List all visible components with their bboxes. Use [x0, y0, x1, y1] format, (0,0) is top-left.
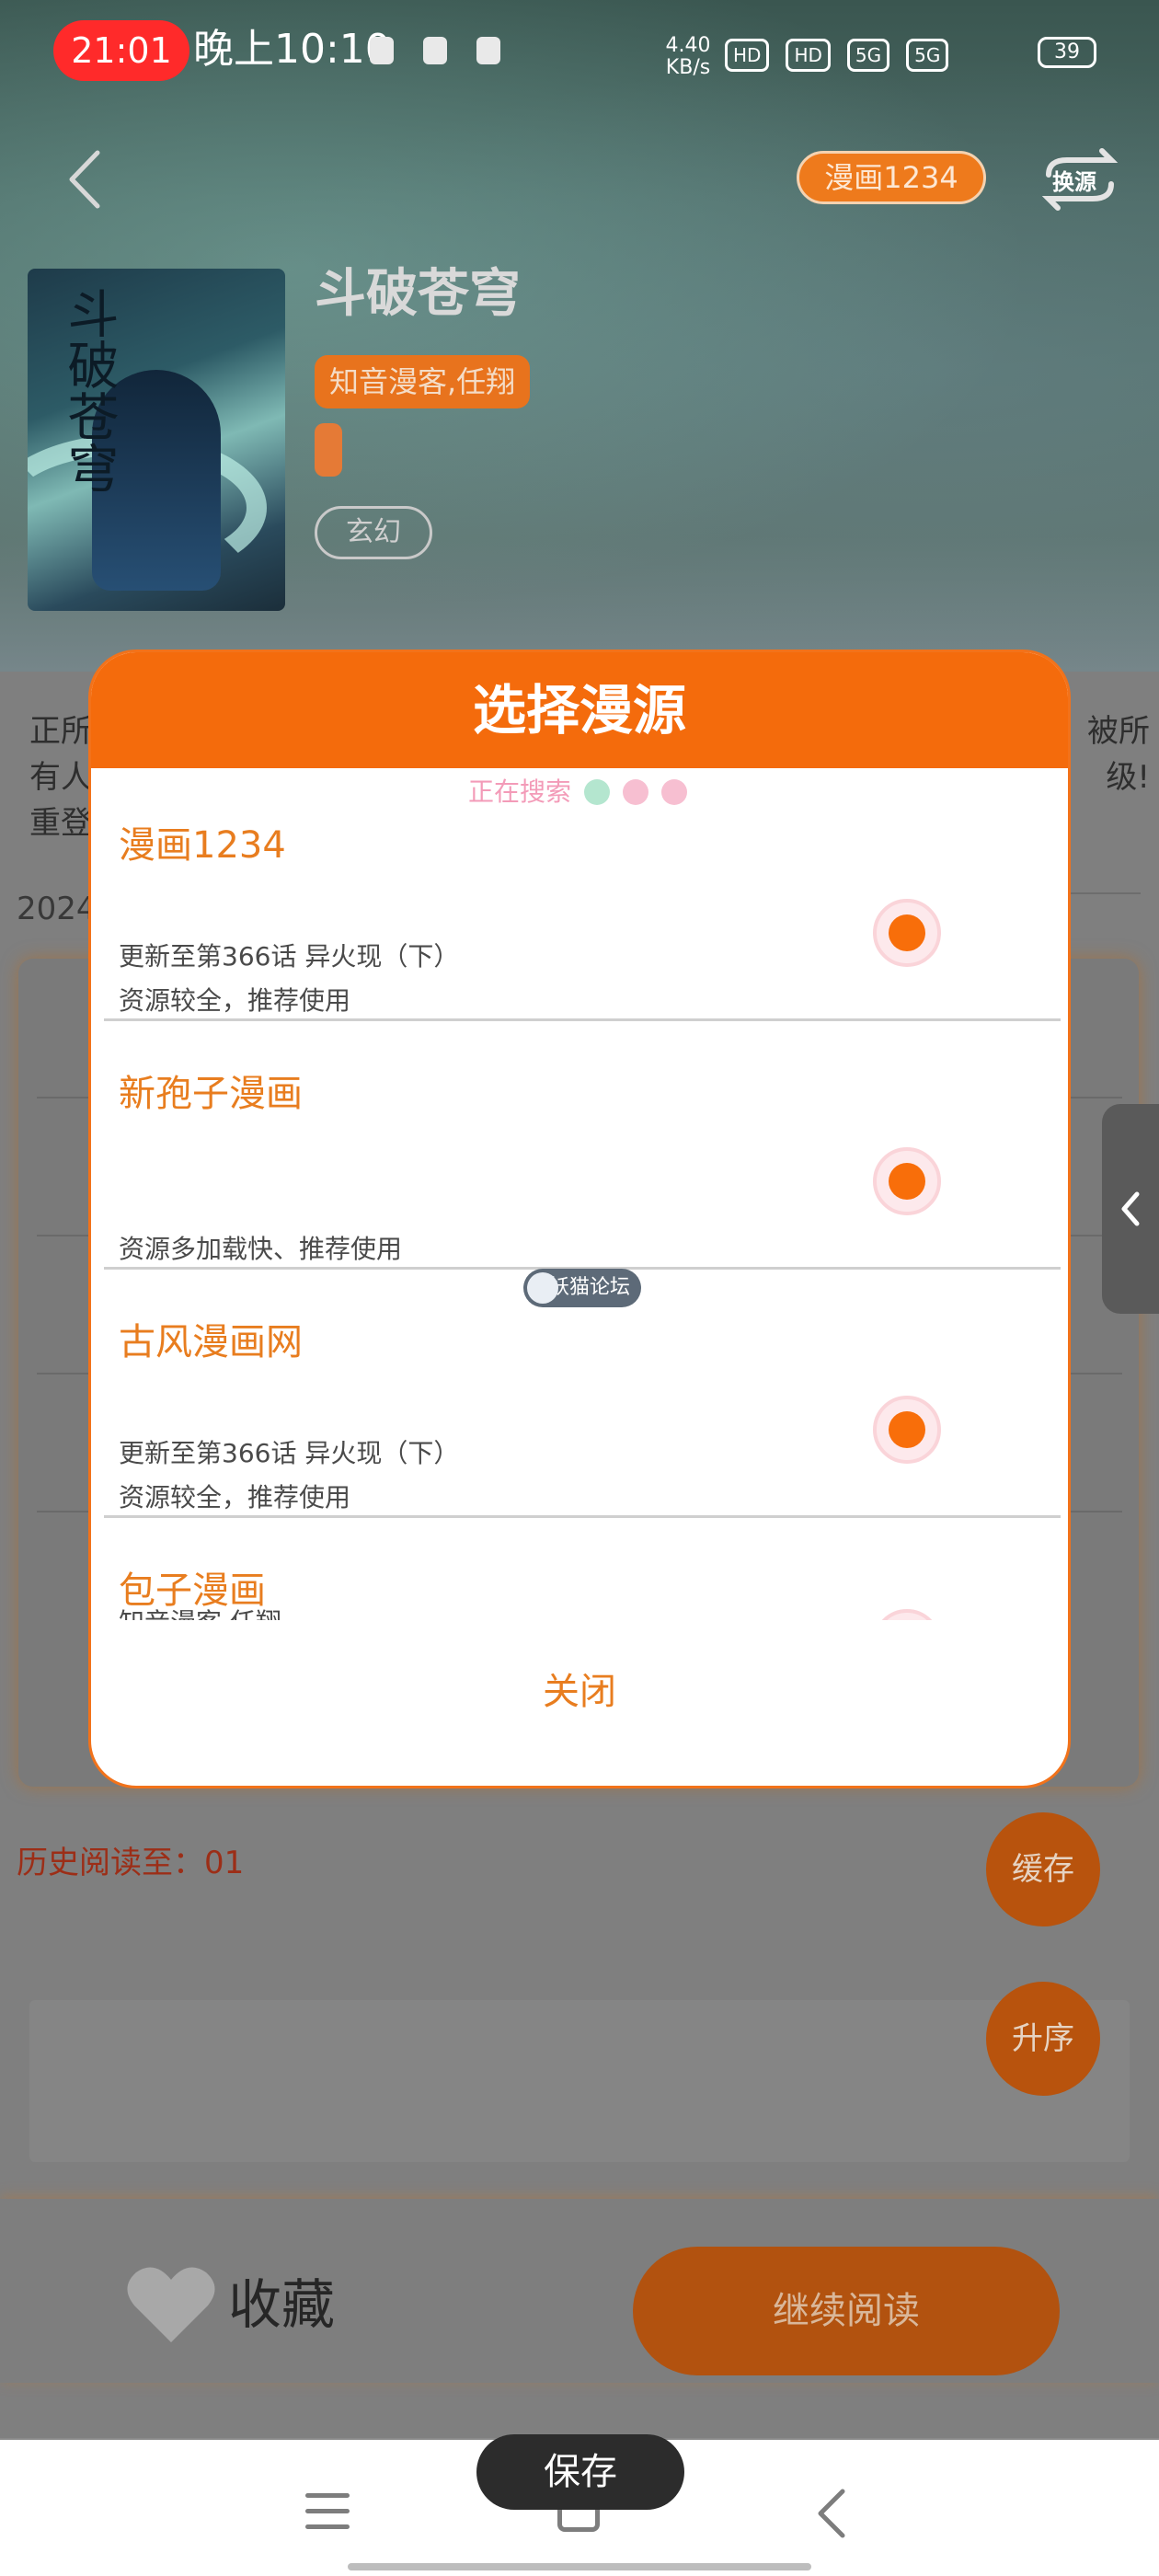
loading-dot	[584, 779, 611, 805]
source-note: 资源较全，推荐使用	[119, 1482, 351, 1512]
notification-app-icon	[423, 37, 447, 64]
comic-cover-image[interactable]: 斗破苍穹	[28, 269, 285, 611]
chevron-left-icon	[1121, 1191, 1140, 1226]
source-name: 新孢子漫画	[119, 1073, 303, 1115]
comic-title: 斗破苍穹	[315, 264, 521, 324]
source-name: 漫画1234	[119, 824, 286, 867]
notification-app-icon	[370, 37, 394, 64]
menu-icon[interactable]	[305, 2493, 350, 2532]
genre-tag[interactable]: 玄幻	[315, 506, 432, 559]
source-item[interactable]: 包子漫画 知音漫客,任翔	[104, 1517, 1061, 1620]
signal-5g-icon: 5G	[906, 39, 949, 72]
side-drawer-handle[interactable]	[1102, 1104, 1159, 1314]
description-right-text: 被所 级!	[1087, 708, 1150, 800]
network-speed-unit: KB/s	[665, 56, 711, 79]
source-latest-chapter: 更新至第366话 异火现（下）	[119, 941, 460, 972]
favorite-label[interactable]: 收藏	[228, 2272, 335, 2337]
source-selection-dialog: 选择漫源 正在搜索 漫画1234 更新至第366话 异火现（下） 资源较全，推荐…	[88, 650, 1071, 1788]
source-latest-chapter: 更新至第366话 异火现（下）	[119, 1438, 460, 1468]
notification-app-icon	[476, 37, 500, 64]
source-authors: 知音漫客,任翔	[119, 1602, 281, 1620]
searching-text: 正在搜索	[468, 776, 572, 807]
back-arrow-icon	[69, 150, 100, 209]
source-radio[interactable]	[873, 899, 941, 967]
source-note: 资源较全，推荐使用	[119, 985, 351, 1016]
current-source-chip[interactable]: 漫画1234	[797, 151, 986, 204]
status-bar: 21:01 晚上10:10 4.40 KB/s HD HD 5G 5G 39	[0, 0, 1159, 110]
source-radio[interactable]	[873, 1609, 941, 1620]
status-time: 晚上10:10	[193, 26, 391, 73]
continue-reading-button[interactable]: 继续阅读	[633, 2247, 1060, 2375]
network-indicators: HD HD 5G 5G	[725, 39, 949, 72]
description-line: 级!	[1106, 759, 1150, 796]
status-tag	[315, 423, 342, 477]
signal-5g-icon: 5G	[846, 39, 890, 72]
back-icon[interactable]	[813, 2486, 850, 2541]
author-tag: 知音漫客,任翔	[315, 355, 531, 408]
cache-button[interactable]: 缓存	[986, 1812, 1100, 1926]
network-speed-value: 4.40	[665, 34, 711, 57]
watermark-logo: 妖猫论坛	[523, 1269, 641, 1307]
update-date: 2024	[17, 891, 97, 927]
home-indicator[interactable]	[348, 2563, 811, 2570]
source-list[interactable]: 漫画1234 更新至第366话 异火现（下） 资源较全，推荐使用 新孢子漫画 资…	[91, 772, 1068, 1620]
close-label: 关闭	[543, 1671, 616, 1713]
hd-voice-icon: HD	[725, 39, 770, 72]
cover-calligraphy: 斗破苍穹	[59, 287, 119, 493]
source-item[interactable]: 新孢子漫画 资源多加载快、推荐使用	[104, 1020, 1061, 1267]
battery-icon: 39	[1038, 37, 1096, 68]
save-toast[interactable]: 保存	[476, 2434, 684, 2510]
reading-history[interactable]: 历史阅读至：01	[17, 1842, 244, 1884]
recording-time: 21:01	[71, 30, 172, 71]
source-note: 资源多加载快、推荐使用	[119, 1234, 403, 1264]
screen-recording-indicator[interactable]: 21:01	[53, 20, 189, 81]
network-speed: 4.40 KB/s	[660, 35, 716, 79]
app-screen: 21:01 晚上10:10 4.40 KB/s HD HD 5G 5G 39 漫…	[0, 0, 1159, 2576]
loading-dot	[661, 779, 688, 805]
hd-voice-icon: HD	[786, 39, 831, 72]
dialog-title: 选择漫源	[91, 652, 1068, 768]
searching-indicator: 正在搜索	[468, 772, 688, 812]
source-radio[interactable]	[873, 1147, 941, 1215]
loading-dot	[623, 779, 649, 805]
heart-icon[interactable]	[125, 2263, 217, 2346]
source-radio[interactable]	[873, 1396, 941, 1464]
sort-order-button[interactable]: 升序	[986, 1982, 1100, 2096]
switch-source-button[interactable]: 换源	[1034, 147, 1126, 212]
close-dialog-button[interactable]: 关闭	[91, 1664, 1068, 1775]
ad-placeholder	[29, 2000, 1130, 2162]
notification-icons	[370, 37, 500, 64]
back-button[interactable]	[59, 147, 114, 212]
switch-source-label: 换源	[1052, 169, 1096, 195]
description-line: 被所	[1087, 713, 1150, 750]
source-name: 古风漫画网	[119, 1321, 303, 1363]
